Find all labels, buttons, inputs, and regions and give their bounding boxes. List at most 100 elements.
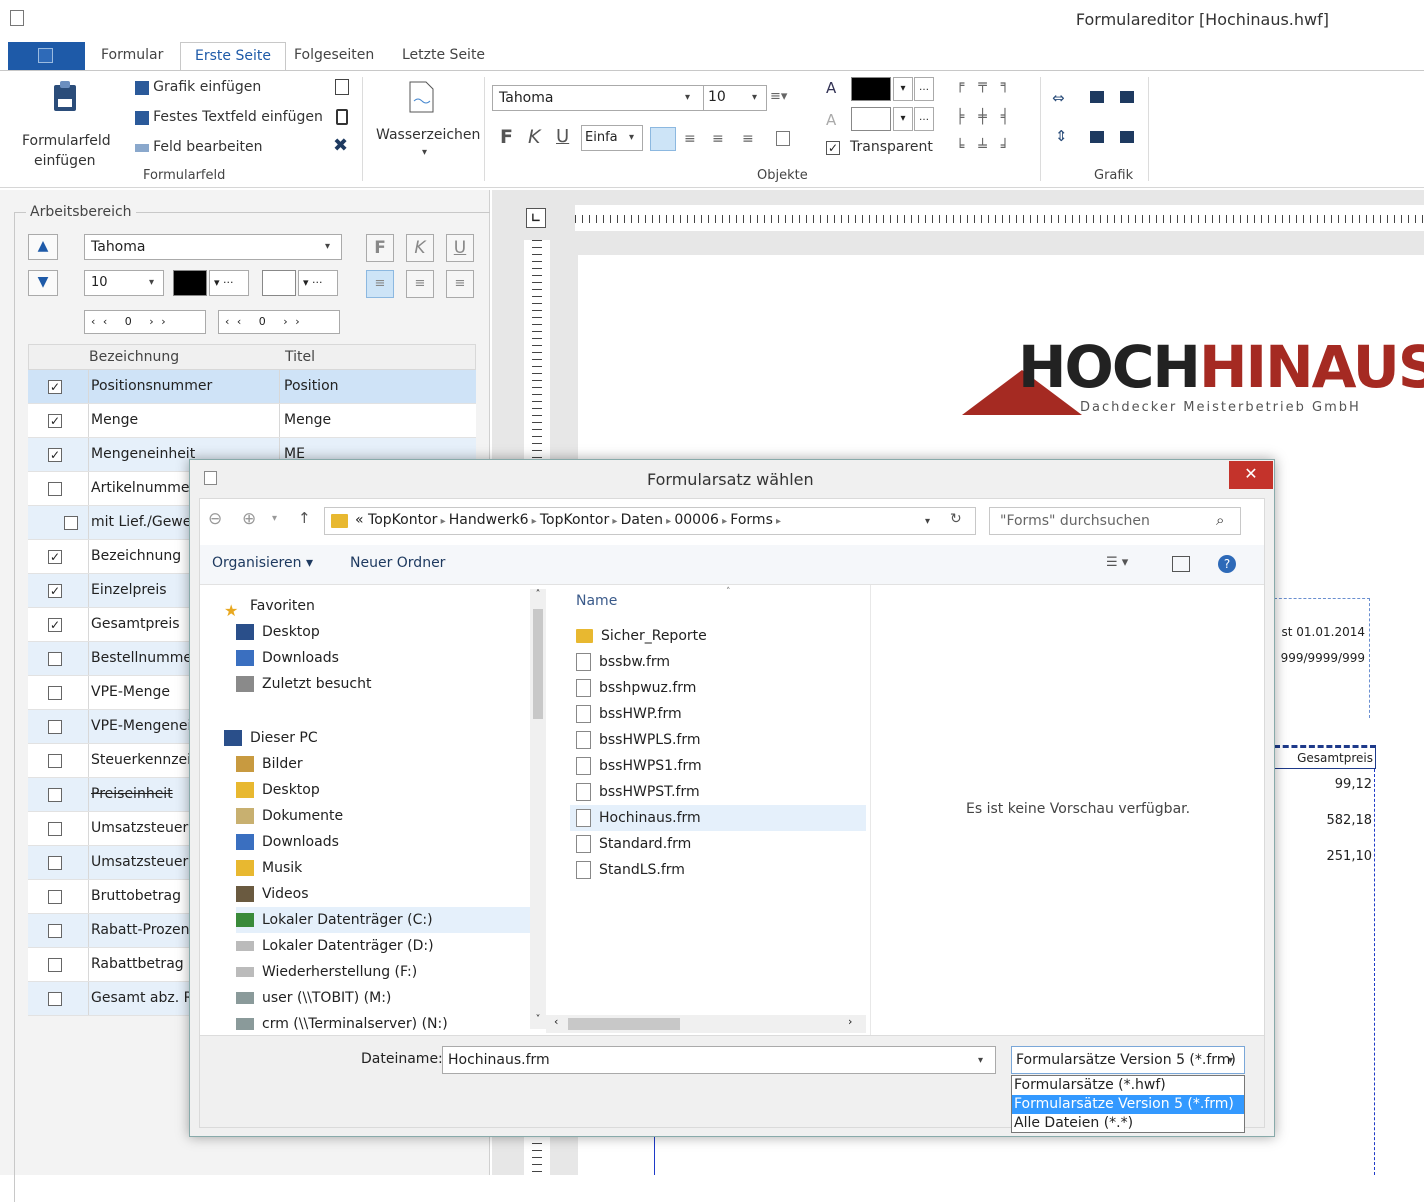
align-justify-icon[interactable]: ≡ [712,131,724,147]
filetype-option[interactable]: Formularsätze (*.hwf) [1012,1076,1244,1095]
list-icon[interactable]: ≡▾ [770,89,787,104]
search-input[interactable]: "Forms" durchsuchen ⌕ [989,507,1241,535]
insert-form-field-button[interactable]: Formularfeld einfügen [14,79,114,169]
align-right-icon[interactable]: ≡ [742,131,754,147]
tab-letzte-seite[interactable]: Letzte Seite [402,47,485,63]
tree-item[interactable]: Dieser PC [224,725,318,751]
table-row[interactable]: ✓ Positionsnummer Position [28,370,476,404]
panel-font-select[interactable]: Tahoma ▾ [84,234,342,260]
bold-button[interactable]: F [500,126,513,148]
tree-item[interactable]: Lokaler Datenträger (C:) [236,907,540,933]
chevron-down-icon[interactable]: ▾ [893,77,913,101]
file-tab[interactable] [8,42,85,70]
fill-color-icon[interactable]: A [826,111,836,129]
row-checkbox[interactable] [48,482,62,496]
breadcrumb-item[interactable]: Daten [621,512,663,528]
file-list-hscroll[interactable]: ‹ › [546,1015,866,1033]
address-bar[interactable]: « TopKontor ▸ Handwerk6 ▸ TopKontor ▸ Da… [324,507,976,535]
preview-pane-icon[interactable] [1172,556,1190,572]
panel-fill-color-menu[interactable]: ▾ ··· [298,270,338,296]
panel-text-color[interactable] [173,270,207,296]
row-checkbox[interactable] [48,652,62,666]
row-checkbox[interactable] [48,992,62,1006]
row-checkbox[interactable] [48,788,62,802]
tree-item[interactable]: crm (\\Terminalserver) (N:) [236,1011,448,1035]
tree-item[interactable]: ★ Favoriten [224,593,315,620]
spacing-spinner-1[interactable]: ‹ ‹ 0 › › [84,310,206,334]
panel-fill-color[interactable] [262,270,296,296]
move-up-button[interactable]: ▲ [28,234,58,260]
tree-item[interactable]: Wiederherstellung (F:) [236,959,417,985]
new-folder-button[interactable]: Neuer Ordner [350,555,445,571]
align-left-button[interactable] [650,127,676,151]
file-item[interactable]: bssHWPST.frm [570,779,700,805]
file-item[interactable]: StandLS.frm [570,857,685,883]
close-button[interactable]: ✕ [1229,461,1273,489]
row-checkbox[interactable]: ✓ [48,584,62,598]
tree-item[interactable]: Zuletzt besucht [236,671,371,697]
breadcrumb-item[interactable]: TopKontor [368,512,437,528]
help-icon[interactable]: ? [1218,555,1236,573]
row-checkbox[interactable]: ✓ [48,380,62,394]
back-icon[interactable]: ⊖ [208,509,222,529]
font-color-icon[interactable]: A [826,79,836,97]
panel-size-select[interactable]: 10 ▾ [84,270,164,296]
row-checkbox[interactable] [48,924,62,938]
col-titel[interactable]: Titel [285,349,315,365]
font-size-select[interactable]: 10 ▾ [703,85,767,111]
tree-item[interactable]: Musik [236,855,302,881]
header-field-box[interactable]: st 01.01.2014 999/9999/999 [1274,598,1370,718]
horizontal-resize-icon[interactable]: ⇔ [1052,89,1065,107]
tree-item[interactable]: Dokumente [236,803,343,829]
panel-italic-button[interactable]: K [406,234,434,262]
transparent-checkbox[interactable]: ✓ [826,141,840,155]
file-item[interactable]: bsshpwuz.frm [570,675,696,701]
row-checkbox[interactable]: ✓ [48,448,62,462]
file-item[interactable]: bssHWPLS.frm [570,727,701,753]
panel-align-right-button[interactable]: ≡ [446,270,474,298]
panel-text-color-menu[interactable]: ▾ ··· [209,270,249,296]
breadcrumb-item[interactable]: « [355,512,364,528]
up-icon[interactable]: ↑ [298,509,311,527]
breadcrumb-item[interactable]: Forms [730,512,773,528]
panel-underline-button[interactable]: U [446,234,474,262]
tree-item[interactable]: Bilder [236,751,303,777]
row-checkbox[interactable]: ✓ [48,550,62,564]
scroll-thumb[interactable] [533,609,543,719]
filetype-option[interactable]: Alle Dateien (*.*) [1012,1114,1244,1133]
underline-button[interactable]: U [556,126,569,147]
scroll-left-icon[interactable]: ‹ [554,1015,558,1028]
align-top-icons[interactable]: ╒╤╕ [956,77,1023,93]
panel-bold-button[interactable]: F [366,234,394,262]
tab-formular[interactable]: Formular [101,47,163,63]
tab-folgeseiten[interactable]: Folgeseiten [294,47,374,63]
row-checkbox[interactable] [64,516,78,530]
row-checkbox[interactable]: ✓ [48,618,62,632]
more-icon[interactable]: … [914,77,934,101]
watermark-button[interactable]: Wasserzeichen ▾ [372,79,480,167]
filename-input[interactable]: Hochinaus.frm ▾ [442,1046,996,1074]
frame-icon[interactable] [776,131,790,146]
organize-button[interactable]: Organisieren ▾ [212,555,313,571]
file-item[interactable]: bssHWP.frm [570,701,682,727]
row-checkbox[interactable] [48,856,62,870]
insert-textfield-button[interactable]: Festes Textfeld einfügen [135,109,323,125]
text-style-select[interactable]: Einfa ▾ [581,125,643,151]
breadcrumb-item[interactable]: Handwerk6 [449,512,529,528]
panel-align-center-button[interactable]: ≡ [406,270,434,298]
forward-icon[interactable] [1090,131,1104,143]
copy-icon[interactable] [335,79,349,95]
chevron-down-icon[interactable]: ▾ [893,107,913,131]
refresh-icon[interactable]: ↻ [950,511,962,527]
vertical-resize-icon[interactable]: ⇕ [1055,127,1068,145]
file-item[interactable]: bssHWPS1.frm [570,753,702,779]
edit-field-button[interactable]: Feld bearbeiten [135,139,262,155]
col-header-gesamtpreis[interactable]: Gesamtpreis [1274,745,1376,769]
align-center-icon[interactable]: ≡ [684,131,696,147]
tree-item[interactable]: Desktop [236,619,320,645]
row-checkbox[interactable]: ✓ [48,414,62,428]
tree-item[interactable]: Lokaler Datenträger (D:) [236,933,434,959]
backward-icon[interactable] [1120,131,1134,143]
breadcrumb-item[interactable]: TopKontor [540,512,609,528]
panel-align-left-button[interactable]: ≡ [366,270,394,298]
